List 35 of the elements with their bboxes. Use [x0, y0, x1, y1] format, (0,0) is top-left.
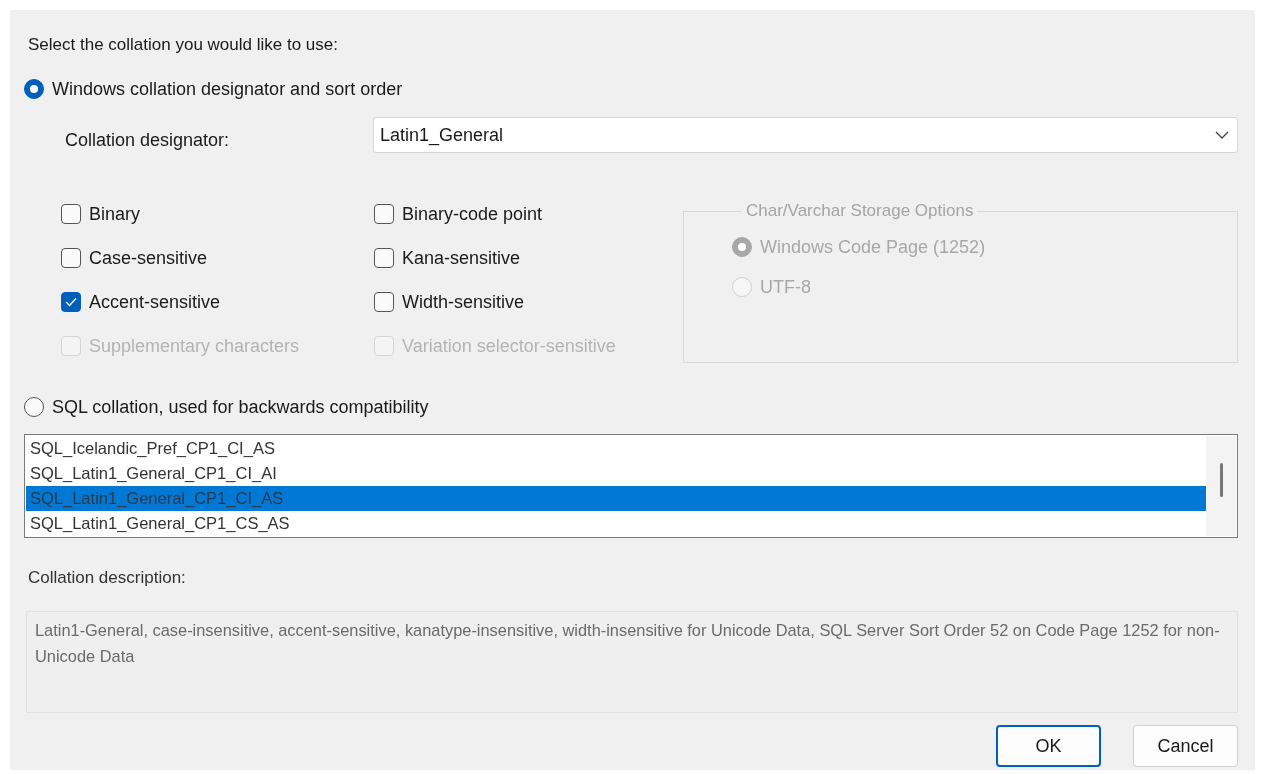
scrollbar[interactable] [1206, 436, 1236, 536]
radio-label: UTF-8 [760, 276, 811, 298]
checkbox[interactable] [374, 292, 394, 312]
checkbox-label: Variation selector-sensitive [402, 335, 616, 357]
field-label: Collation designator: [65, 128, 231, 151]
checkbox[interactable] [61, 292, 81, 312]
checkbox[interactable] [61, 248, 81, 268]
list-item[interactable]: SQL_Latin1_General_CP1_CI_AI [26, 461, 1206, 486]
cancel-button[interactable]: Cancel [1133, 725, 1238, 767]
radio-label: SQL collation, used for backwards compatibility [52, 396, 429, 418]
radio-button[interactable] [24, 79, 44, 99]
section-label: Collation description: [28, 567, 186, 589]
list-item[interactable]: SQL_Icelandic_Pref_CP1_CI_AS [26, 436, 1206, 461]
collation-list[interactable]: SQL_Icelandic_Pref_CP1_CI_AS SQL_Latin1_General_CP1_CI_AI SQL_Latin1_General_CP1_CI_AS SQL_Latin1_General_CP1_CS_AS [24, 434, 1238, 538]
instruction-text: Select the collation you would like to use: [28, 34, 338, 56]
checkbox-label: Binary [89, 203, 141, 225]
checkbox[interactable] [61, 204, 81, 224]
radio-label: Windows collation designator and sort order [52, 78, 403, 100]
checkbox-label: Accent-sensitive [89, 291, 221, 313]
ok-button[interactable]: OK [996, 725, 1101, 767]
radio-button[interactable] [24, 397, 44, 417]
group-title: Char/Varchar Storage Options [745, 201, 975, 221]
radio-label: Windows Code Page (1252) [760, 236, 986, 258]
collation-dropdown[interactable]: Latin1_General [373, 117, 1238, 153]
checkmark-icon [65, 297, 77, 307]
checkbox-label: Kana-sensitive [402, 247, 521, 269]
checkbox-label: Case-sensitive [89, 247, 208, 269]
list-item[interactable]: SQL_Latin1_General_CP1_CS_AS [26, 511, 1206, 536]
checkbox[interactable] [374, 204, 394, 224]
chevron-down-icon [1215, 131, 1229, 139]
checkbox[interactable] [374, 248, 394, 268]
checkbox-label: Supplementary characters [89, 335, 300, 357]
checkbox-label: Binary-code point [402, 203, 543, 225]
description-text: Latin1-General, case-insensitive, accent-sensitive, kanatype-insensitive, width-insensitive for Unicode Data, SQL Server Sort Order 52 on Code Page 1252 for non-Unicode Data [26, 611, 1238, 713]
checkbox-label: Width-sensitive [402, 291, 525, 313]
